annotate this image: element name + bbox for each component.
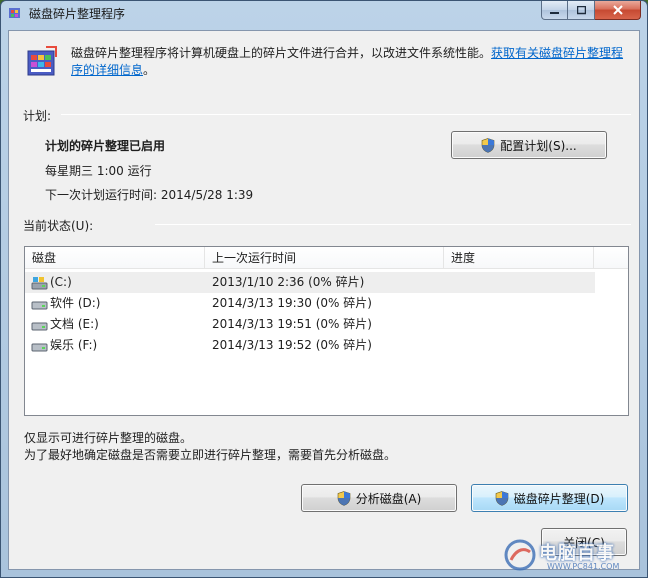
defrag-disk-label: 磁盘碎片整理(D)	[513, 491, 605, 506]
watermark-logo-icon	[504, 539, 536, 571]
site-watermark: 电脑百事 WWW.PC841.COM	[503, 535, 643, 575]
note-analyze-first: 为了最好地确定磁盘是否需要立即进行碎片整理，需要首先分析磁盘。	[24, 448, 397, 462]
drive-icon	[31, 301, 48, 309]
description-text: 磁盘碎片整理程序将计算机硬盘上的碎片文件进行合并，以改进文件系统性能。获取有关磁…	[71, 45, 631, 79]
window-title: 磁盘碎片整理程序	[29, 7, 126, 21]
defrag-window: 磁盘碎片整理程序 磁盘碎片整理程序将计算机硬盘上的碎片文件进行合并，以改进文件系…	[0, 0, 648, 578]
maximize-icon	[576, 5, 586, 14]
disk-list-header: 磁盘 上一次运行时间 进度	[25, 247, 628, 269]
disk-name: (C:)	[50, 275, 72, 289]
disk-name: 文档 (E:)	[50, 317, 99, 331]
schedule-frequency: 每星期三 1:00 运行	[45, 164, 152, 178]
watermark-url: WWW.PC841.COM	[547, 562, 620, 571]
defrag-large-icon	[27, 46, 57, 76]
analyze-disk-label: 分析磁盘(A)	[355, 491, 422, 506]
system-drive-icon	[31, 276, 48, 289]
disk-last-run: 2014/3/13 19:52 (0% 碎片)	[212, 338, 372, 352]
disk-row-f[interactable]: 娱乐 (F:) 2014/3/13 19:52 (0% 碎片)	[25, 335, 595, 356]
uac-shield-icon	[337, 490, 351, 506]
column-header-last-run[interactable]: 上一次运行时间	[205, 247, 444, 269]
analyze-disk-button[interactable]: 分析磁盘(A)	[301, 484, 457, 512]
status-divider	[155, 224, 631, 225]
defrag-app-icon	[9, 8, 20, 18]
disk-last-run: 2013/1/10 2:36 (0% 碎片)	[212, 275, 365, 289]
uac-shield-icon	[495, 490, 508, 506]
column-header-disk[interactable]: 磁盘	[25, 247, 205, 269]
disk-row-d[interactable]: 软件 (D:) 2014/3/13 19:30 (0% 碎片)	[25, 293, 595, 314]
description: 磁盘碎片整理程序将计算机硬盘上的碎片文件进行合并，以改进文件系统性能。	[71, 46, 492, 60]
schedule-divider	[61, 114, 631, 115]
defrag-disk-button[interactable]: 磁盘碎片整理(D)	[471, 484, 628, 512]
uac-shield-icon	[481, 137, 495, 153]
description-suffix: 。	[143, 63, 156, 77]
disk-name-cell: 软件 (D:)	[31, 293, 100, 314]
close-icon	[612, 5, 623, 15]
close-window-button[interactable]	[595, 1, 641, 20]
caption-buttons	[541, 1, 641, 20]
column-header-progress[interactable]: 进度	[444, 247, 594, 269]
dialog-client-area: 磁盘碎片整理程序将计算机硬盘上的碎片文件进行合并，以改进文件系统性能。获取有关磁…	[8, 30, 640, 570]
configure-schedule-button[interactable]: 配置计划(S)...	[451, 131, 607, 159]
configure-schedule-label: 配置计划(S)...	[500, 138, 577, 153]
disk-list[interactable]: 磁盘 上一次运行时间 进度 (C:) 2013/1/10 2:36 (0% 碎片…	[24, 246, 629, 416]
disk-name: 娱乐 (F:)	[50, 338, 98, 352]
disk-name: 软件 (D:)	[50, 296, 101, 310]
disk-name-cell: 娱乐 (F:)	[31, 335, 97, 356]
minimize-icon	[550, 11, 559, 14]
title-bar[interactable]: 磁盘碎片整理程序	[1, 1, 647, 25]
note-defraggable-only: 仅显示可进行碎片整理的磁盘。	[24, 431, 193, 445]
disk-name-cell: (C:)	[31, 272, 72, 293]
disk-row-c[interactable]: (C:) 2013/1/10 2:36 (0% 碎片)	[25, 272, 595, 293]
disk-name-cell: 文档 (E:)	[31, 314, 99, 335]
current-status-label: 当前状态(U):	[23, 219, 94, 233]
schedule-section-label: 计划:	[23, 109, 52, 123]
drive-icon	[31, 343, 48, 351]
schedule-next-run: 下一次计划运行时间: 2014/5/28 1:39	[45, 188, 254, 202]
disk-last-run: 2014/3/13 19:51 (0% 碎片)	[212, 317, 372, 331]
maximize-button[interactable]	[568, 1, 595, 20]
disk-last-run: 2014/3/13 19:30 (0% 碎片)	[212, 296, 372, 310]
drive-icon	[31, 322, 48, 330]
schedule-status: 计划的碎片整理已启用	[45, 139, 166, 153]
disk-row-e[interactable]: 文档 (E:) 2014/3/13 19:51 (0% 碎片)	[25, 314, 595, 335]
minimize-button[interactable]	[541, 1, 568, 20]
